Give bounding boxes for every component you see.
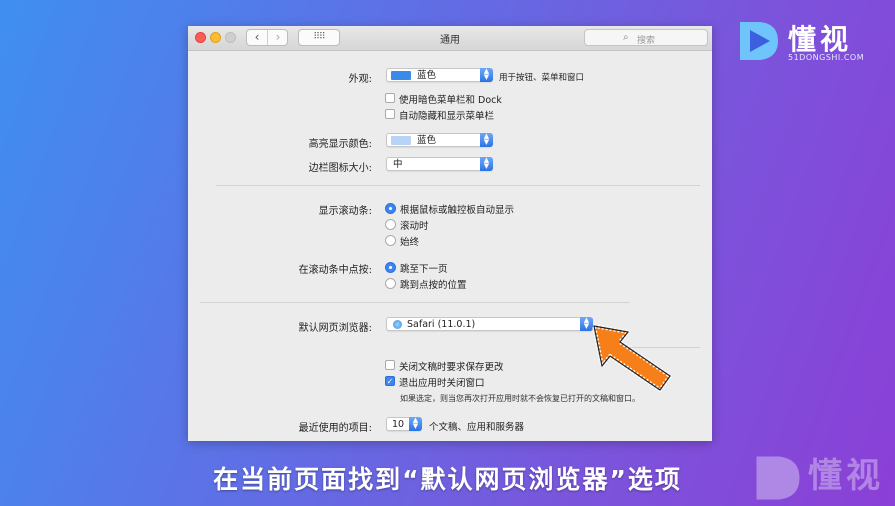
- appearance-popup[interactable]: 蓝色 ▲ ▼: [386, 68, 493, 82]
- search-placeholder: 搜索: [637, 36, 656, 46]
- recent-items-value: 10: [392, 419, 405, 430]
- divider: [216, 185, 700, 186]
- default-browser-label: 默认网页浏览器:: [298, 323, 372, 334]
- scroll-when-scrolling-label: 滚动时: [400, 221, 429, 232]
- recent-items-popup[interactable]: 10 ▲ ▼: [386, 417, 422, 431]
- highlight-color-popup[interactable]: 蓝色 ▲ ▼: [386, 133, 493, 147]
- chevron-updown-icon: ▲ ▼: [409, 417, 422, 431]
- sidebar-icon-size-value: 中: [393, 159, 403, 170]
- highlight-color-label: 高亮显示颜色:: [308, 139, 372, 150]
- pointer-arrow-icon: [592, 324, 672, 392]
- dark-menu-label: 使用暗色菜单栏和 Dock: [399, 95, 502, 106]
- jump-to-spot-label: 跳到点按的位置: [400, 280, 467, 291]
- forward-button[interactable]: ›: [268, 30, 288, 45]
- brand-name: 懂视: [788, 23, 853, 56]
- show-scroll-bars-label: 显示滚动条:: [318, 206, 372, 217]
- dark-menu-checkbox[interactable]: [385, 93, 395, 103]
- search-icon: ⌕: [623, 32, 629, 43]
- close-window-button[interactable]: [195, 32, 206, 43]
- appearance-label: 外观:: [348, 74, 372, 85]
- scroll-when-scrolling-radio[interactable]: [385, 219, 396, 230]
- close-windows-on-quit-label: 退出应用时关闭窗口: [399, 378, 485, 389]
- show-all-grid-icon[interactable]: ⠿⠿: [298, 29, 340, 46]
- ask-keep-changes-label: 关闭文稿时要求保存更改: [399, 362, 504, 373]
- chevron-updown-icon: ▲ ▼: [480, 133, 493, 147]
- appearance-hint: 用于按钮、菜单和窗口: [499, 73, 585, 83]
- sidebar-icon-size-label: 边栏图标大小:: [308, 163, 372, 174]
- light-blue-swatch: [391, 136, 411, 145]
- recent-items-suffix: 个文稿、应用和服务器: [429, 422, 525, 433]
- recent-items-label: 最近使用的项目:: [298, 423, 372, 434]
- play-logo-icon: [740, 22, 778, 60]
- brand-domain: 51DONGSHI.COM: [788, 53, 865, 62]
- click-scroll-bar-label: 在滚动条中点按:: [298, 265, 372, 276]
- minimize-window-button[interactable]: [210, 32, 221, 43]
- default-browser-popup[interactable]: Safari (11.0.1) ▲ ▼: [386, 317, 593, 331]
- scroll-always-radio[interactable]: [385, 235, 396, 246]
- jump-to-spot-radio[interactable]: [385, 278, 396, 289]
- blue-swatch: [391, 71, 411, 80]
- divider: [200, 302, 630, 303]
- title-bar: ‹ › ⠿⠿ 通用 ⌕ 搜索: [188, 26, 712, 51]
- scroll-always-label: 始终: [400, 237, 420, 248]
- scroll-auto-radio[interactable]: [385, 203, 396, 214]
- default-browser-value: Safari (11.0.1): [407, 319, 476, 330]
- brand-logo: 懂视 51DONGSHI.COM: [736, 18, 866, 66]
- highlight-color-value: 蓝色: [417, 135, 437, 146]
- auto-hide-menu-checkbox[interactable]: [385, 109, 395, 119]
- chevron-updown-icon: ▲ ▼: [480, 157, 493, 171]
- back-button[interactable]: ‹: [247, 30, 268, 45]
- chevron-updown-icon: ▲ ▼: [480, 68, 493, 82]
- auto-hide-menu-label: 自动隐藏和显示菜单栏: [399, 111, 495, 122]
- jump-next-page-radio[interactable]: [385, 262, 396, 273]
- close-windows-on-quit-checkbox[interactable]: ✓: [385, 376, 395, 386]
- ask-keep-changes-checkbox[interactable]: [385, 360, 395, 370]
- scroll-auto-label: 根据鼠标或触控板自动显示: [400, 205, 515, 216]
- zoom-window-button[interactable]: [225, 32, 236, 43]
- close-windows-note: 如果选定，则当您再次打开应用时就不会恢复已打开的文稿和窗口。: [400, 394, 640, 403]
- safari-icon: [393, 320, 402, 329]
- jump-next-page-label: 跳至下一页: [400, 264, 448, 275]
- search-field[interactable]: ⌕ 搜索: [584, 29, 708, 46]
- window-title: 通用: [440, 35, 460, 46]
- appearance-value: 蓝色: [417, 70, 437, 81]
- nav-buttons: ‹ ›: [246, 29, 288, 46]
- video-caption: 在当前页面找到“默认网页浏览器”选项: [213, 465, 682, 494]
- sidebar-icon-size-popup[interactable]: 中 ▲ ▼: [386, 157, 493, 171]
